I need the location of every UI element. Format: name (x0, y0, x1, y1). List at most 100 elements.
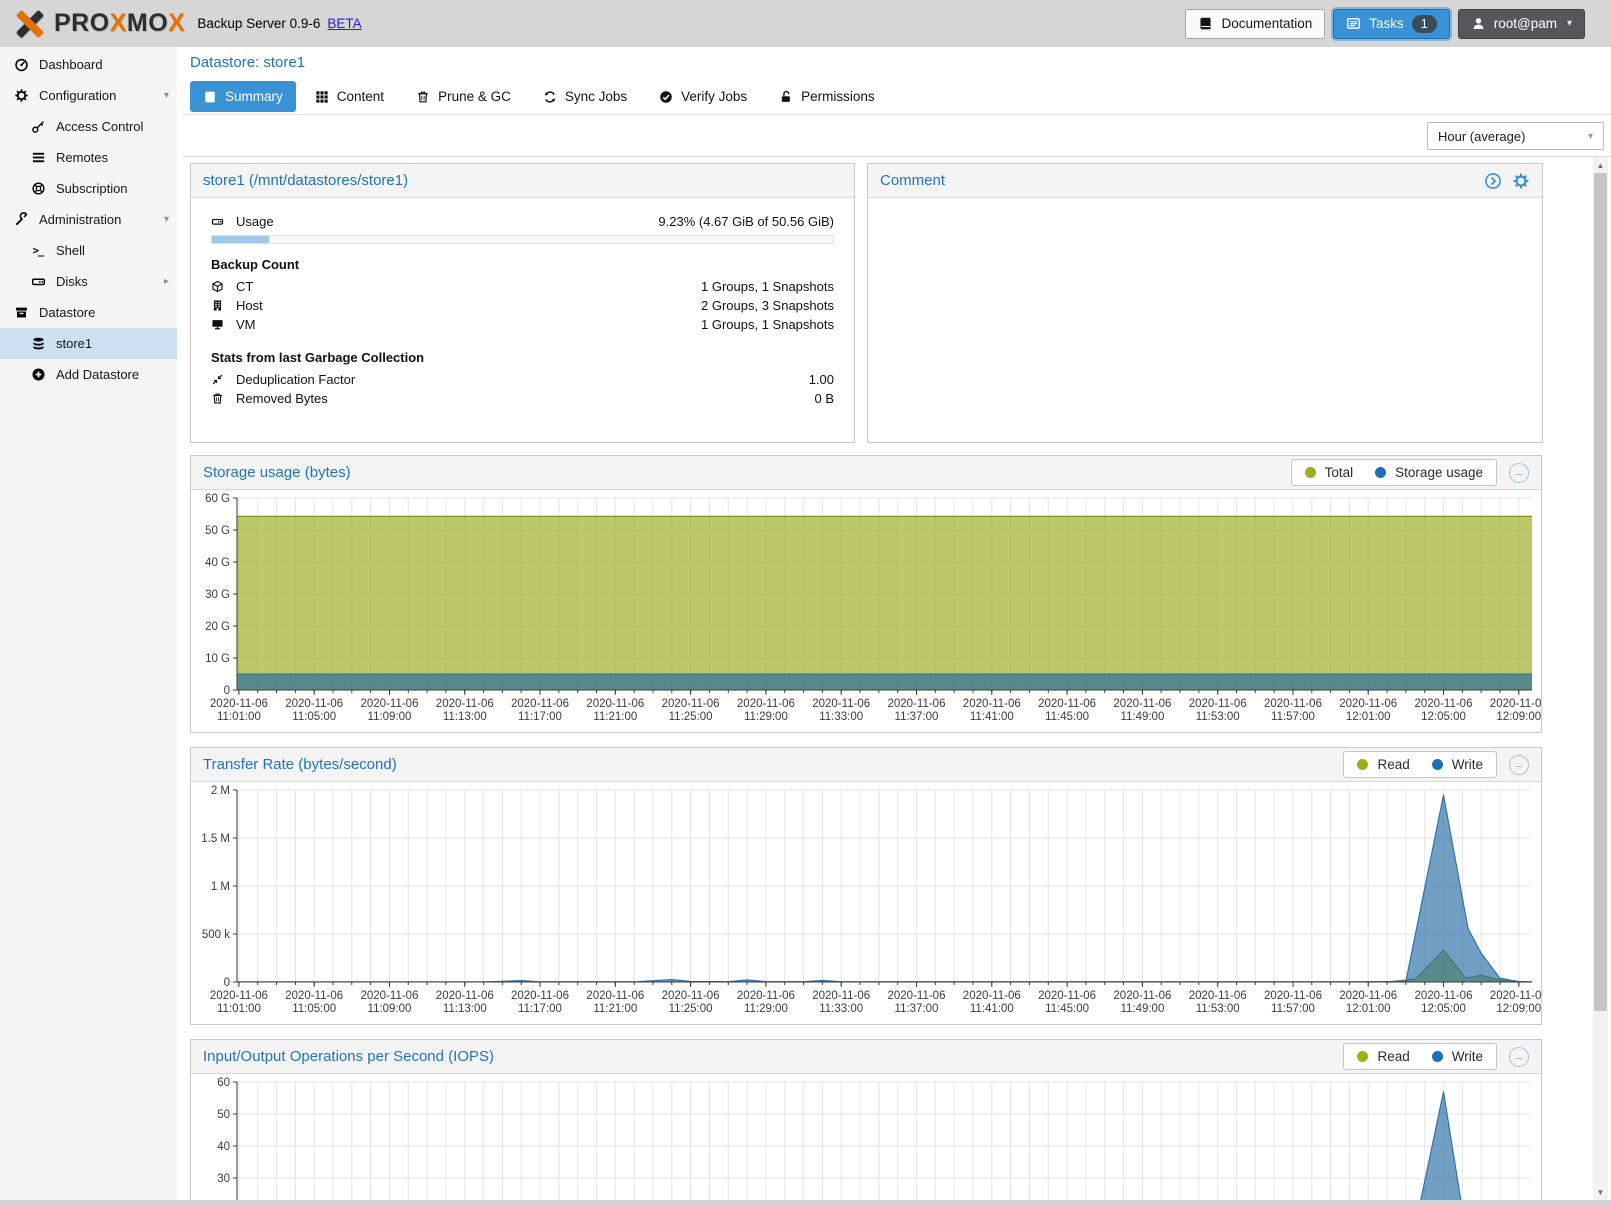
tasks-list-icon (1346, 16, 1361, 31)
iops-panel: Input/Output Operations per Second (IOPS… (190, 1039, 1542, 1206)
key-icon (30, 119, 46, 134)
tab-label: Permissions (801, 89, 875, 104)
gear-icon (13, 88, 29, 103)
book-icon (1198, 16, 1213, 31)
chevron-down-icon[interactable]: ▾ (164, 90, 169, 101)
panel-header: Storage usage (bytes)TotalStorage usage– (191, 456, 1541, 490)
svg-text:2020-11-06: 2020-11-06 (737, 698, 795, 710)
tab-content[interactable]: Content (302, 81, 397, 112)
user-menu-button[interactable]: root@pam ▾ (1458, 9, 1585, 39)
tab-label: Summary (225, 89, 283, 104)
chevron-down-icon[interactable]: ▾ (164, 214, 169, 225)
sidebar-item-label: Remotes (56, 150, 108, 165)
display-icon (211, 318, 224, 331)
panel-title: store1 (/mnt/datastores/store1) (203, 172, 408, 189)
brand-text: PROXMOX (54, 9, 185, 38)
legend-item-read[interactable]: Read (1357, 1049, 1409, 1064)
sidebar-item-shell[interactable]: >_Shell (0, 235, 177, 266)
svg-text:30 G: 30 G (205, 589, 230, 601)
tab-sync-jobs[interactable]: Sync Jobs (530, 81, 640, 112)
usage-row: Usage 9.23% (4.67 GiB of 50.56 GiB) (211, 212, 834, 231)
sidebar-item-subscription[interactable]: Subscription (0, 173, 177, 204)
legend-label: Storage usage (1395, 465, 1483, 480)
svg-text:50 G: 50 G (205, 525, 230, 537)
sidebar-item-add-datastore[interactable]: Add Datastore (0, 359, 177, 390)
tasks-button[interactable]: Tasks 1 (1333, 9, 1449, 39)
sidebar-item-administration[interactable]: Administration▾ (0, 204, 177, 235)
scroll-up-arrow[interactable]: ▲ (1593, 158, 1608, 172)
svg-text:2020-11-06: 2020-11-06 (737, 990, 795, 1002)
stat-value: 2 Groups, 3 Snapshots (701, 298, 834, 313)
svg-text:2020-11-06: 2020-11-06 (662, 990, 720, 1002)
legend-item-total[interactable]: Total (1305, 465, 1354, 480)
chevron-right-icon[interactable]: ▸ (164, 276, 169, 287)
comment-body[interactable] (868, 198, 1542, 442)
hdd-icon (31, 274, 46, 289)
tab-verify-jobs[interactable]: Verify Jobs (646, 81, 760, 112)
tab-permissions[interactable]: Permissions (766, 81, 888, 112)
svg-text:2020-11-06: 2020-11-06 (1490, 990, 1541, 1002)
legend-item-write[interactable]: Write (1432, 1049, 1483, 1064)
sidebar-item-configuration[interactable]: Configuration▾ (0, 80, 177, 111)
svg-text:11:29:00: 11:29:00 (744, 1003, 788, 1015)
svg-text:2020-11-06: 2020-11-06 (662, 698, 720, 710)
tab-summary[interactable]: Summary (190, 81, 296, 112)
gear-icon[interactable] (1512, 172, 1530, 190)
svg-text:1 M: 1 M (211, 881, 230, 893)
legend-item-read[interactable]: Read (1357, 757, 1409, 772)
sidebar-item-access-control[interactable]: Access Control (0, 111, 177, 142)
svg-text:11:37:00: 11:37:00 (895, 1003, 939, 1015)
plus-icon (30, 367, 46, 382)
svg-text:2020-11-06: 2020-11-06 (361, 698, 419, 710)
svg-text:11:53:00: 11:53:00 (1196, 711, 1240, 723)
collapse-chart-button[interactable]: – (1509, 755, 1529, 775)
scroll-down-arrow[interactable]: ▼ (1593, 1185, 1608, 1199)
sidebar-item-datastore[interactable]: Datastore (0, 297, 177, 328)
sidebar-item-store1[interactable]: store1 (0, 328, 177, 359)
sidebar-item-disks[interactable]: Disks▸ (0, 266, 177, 297)
usage-label: Usage (236, 214, 274, 229)
collapse-chart-button[interactable]: – (1509, 463, 1529, 483)
book-icon (203, 90, 217, 104)
vertical-scrollbar[interactable]: ▲ ▼ (1593, 157, 1608, 1206)
unlock-icon (779, 90, 793, 104)
tab-prune-gc[interactable]: Prune & GC (403, 81, 524, 112)
stat-value: 0 B (814, 391, 834, 406)
sidebar-item-dashboard[interactable]: Dashboard (0, 49, 177, 80)
comment-panel: Comment (867, 163, 1543, 443)
svg-text:11:57:00: 11:57:00 (1271, 711, 1315, 723)
svg-text:11:13:00: 11:13:00 (443, 711, 487, 723)
svg-text:11:57:00: 11:57:00 (1271, 1003, 1315, 1015)
legend-dot-icon (1432, 759, 1443, 770)
legend-dot-icon (1375, 467, 1386, 478)
svg-text:2020-11-06: 2020-11-06 (285, 990, 343, 1002)
stat-label: Removed Bytes (236, 391, 328, 406)
beta-link[interactable]: BETA (327, 16, 361, 31)
svg-text:11:21:00: 11:21:00 (593, 1003, 637, 1015)
legend-item-storage-usage[interactable]: Storage usage (1375, 465, 1483, 480)
svg-text:40: 40 (217, 1141, 230, 1153)
datastore-summary-body: Usage 9.23% (4.67 GiB of 50.56 GiB) Back… (191, 198, 854, 408)
svg-text:11:41:00: 11:41:00 (970, 1003, 1014, 1015)
svg-text:12:05:00: 12:05:00 (1421, 1003, 1466, 1015)
documentation-button[interactable]: Documentation (1185, 9, 1325, 39)
sidebar-item-label: Subscription (56, 181, 128, 196)
svg-text:11:45:00: 11:45:00 (1045, 1003, 1089, 1015)
scrollbar-thumb[interactable] (1594, 173, 1607, 1011)
legend-item-write[interactable]: Write (1432, 757, 1483, 772)
sidebar: DashboardConfiguration▾Access Control Rem… (0, 47, 177, 1206)
svg-text:2020-11-06: 2020-11-06 (963, 698, 1021, 710)
svg-text:11:05:00: 11:05:00 (292, 711, 336, 723)
svg-text:500 k: 500 k (202, 929, 230, 941)
time-range-select[interactable]: Hour (average) ▾ (1427, 122, 1604, 150)
window-bottom-edge (0, 1200, 1611, 1206)
storage-usage-panel: Storage usage (bytes)TotalStorage usage–… (190, 455, 1542, 733)
tabbar-divider (182, 114, 1611, 115)
svg-text:30: 30 (217, 1173, 230, 1185)
collapse-chart-button[interactable]: – (1509, 1047, 1529, 1067)
svg-text:11:17:00: 11:17:00 (518, 711, 562, 723)
expand-chevron-circle-icon[interactable] (1484, 172, 1502, 190)
proxmox-x-icon (12, 7, 46, 41)
sidebar-item-remotes[interactable]: Remotes (0, 142, 177, 173)
trash-icon (211, 392, 224, 405)
